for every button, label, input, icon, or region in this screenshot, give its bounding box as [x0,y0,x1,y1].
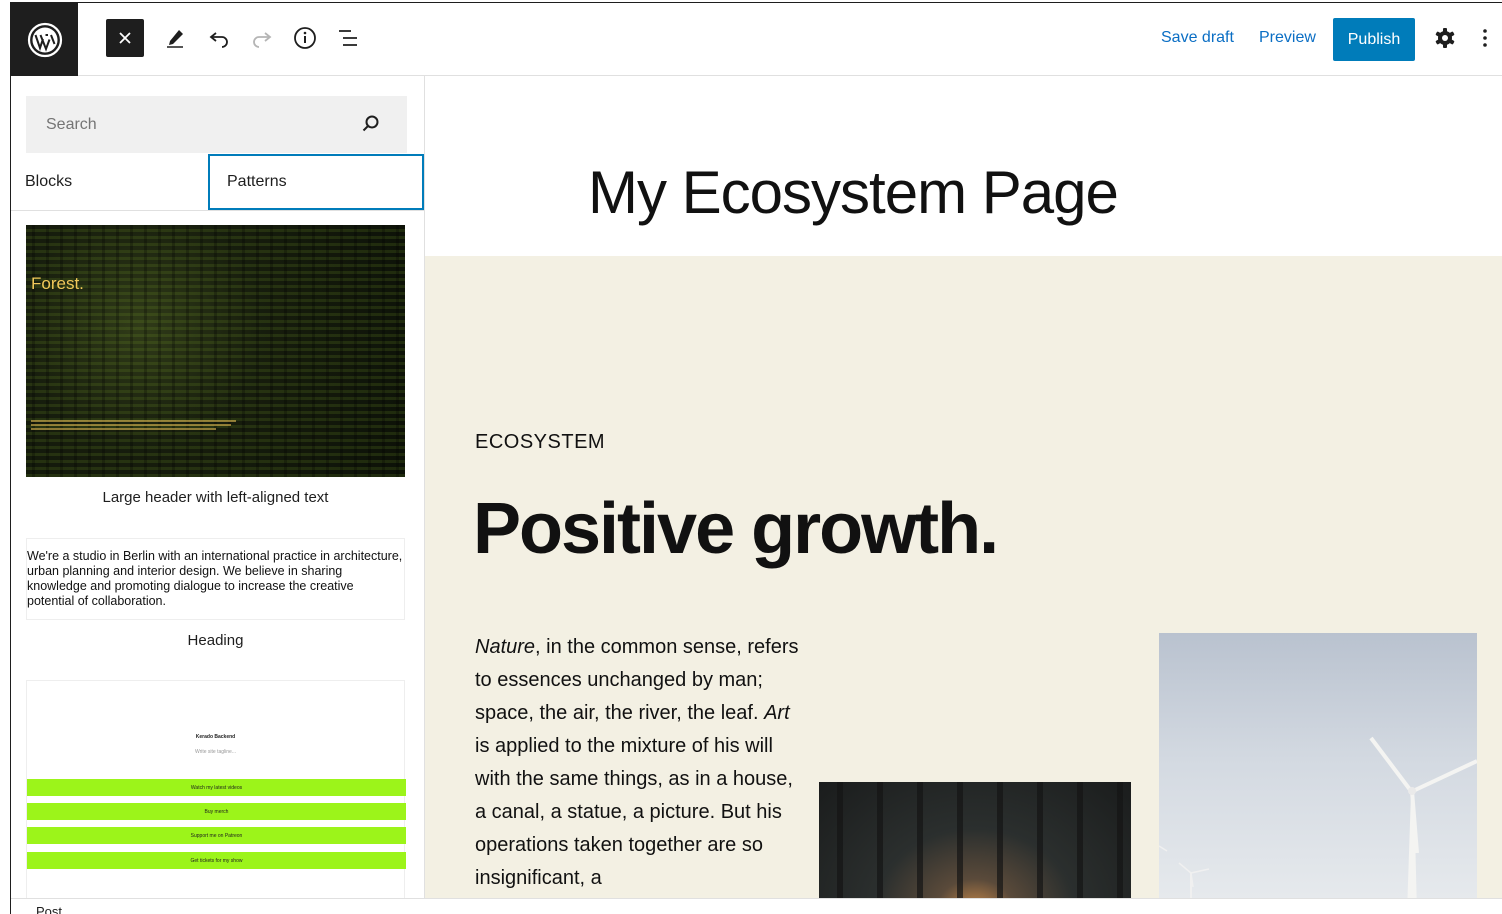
headline[interactable]: Positive growth. [473,488,999,570]
close-icon [119,32,131,44]
wordpress-logo-button[interactable] [11,3,78,76]
pattern-caption: Heading [187,632,244,649]
wind-turbine-illustration [1159,736,1477,898]
options-button[interactable] [1473,19,1497,57]
search-icon [362,115,379,132]
pattern-preview-text-lines [31,420,241,432]
tab-patterns[interactable]: Patterns [208,154,424,210]
pattern-preview-link-buttons[interactable]: Kerado Backend Write site tagline... Wat… [26,680,406,898]
redo-button[interactable] [243,19,281,57]
tab-blocks[interactable]: Blocks [25,154,205,210]
breadcrumb[interactable]: Post [36,904,62,914]
preview-button[interactable]: Preview [1259,29,1316,47]
editor-header: Save draft Preview Publish [11,3,1502,76]
editor-footer: Post [11,898,1502,914]
pattern-caption: Large header with left-aligned text [102,489,329,506]
wordpress-icon [27,22,62,57]
pattern-preview-button: Buy merch [27,803,406,820]
pattern-preview-button: Support me on Patreon [27,827,406,844]
page-title[interactable]: My Ecosystem Page [588,158,1119,227]
undo-button[interactable] [200,19,238,57]
pattern-preview-button: Watch my latest videos [27,779,406,796]
pattern-preview-text: We're a studio in Berlin with an interna… [27,549,403,608]
search-placeholder: Search [46,116,97,133]
more-vertical-icon [1483,29,1487,47]
undo-icon [209,32,228,48]
body-emphasis: Art [764,702,790,724]
cover-block[interactable]: ECOSYSTEM Positive growth. Nature, in th… [425,256,1502,898]
pattern-preview-heading[interactable]: We're a studio in Berlin with an interna… [26,538,405,620]
pattern-preview-large-header[interactable]: Forest. [26,225,405,477]
details-button[interactable] [286,19,324,57]
list-view-icon [339,30,357,46]
pattern-preview-title: Forest. [31,274,84,293]
search-input[interactable]: Search [26,96,407,153]
wind-turbine-image[interactable] [1159,633,1477,898]
forest-image[interactable] [819,782,1131,898]
body-emphasis: Nature [475,636,536,658]
editor-canvas: My Ecosystem Page ECOSYSTEM Positive gro… [425,76,1502,898]
block-inserter-panel: Search Blocks Patterns Forest. Large hea… [11,76,425,898]
redo-icon [253,32,272,48]
settings-button[interactable] [1426,19,1464,57]
editor-frame: Save draft Preview Publish Search Blocks… [10,2,1502,914]
body-text-part: is applied to the mixture of his will wi… [475,735,793,889]
list-view-button[interactable] [329,19,367,57]
save-draft-button[interactable]: Save draft [1161,29,1234,47]
publish-button[interactable]: Publish [1333,18,1415,61]
pattern-preview-tagline: Write site tagline... [194,749,237,755]
tools-button[interactable] [156,19,194,57]
eyebrow-text[interactable]: ECOSYSTEM [475,431,605,454]
pattern-preview-site-name: Kerado Backend [195,734,236,740]
close-inserter-button[interactable] [106,19,144,57]
pencil-icon [167,30,183,48]
body-paragraph[interactable]: Nature, in the common sense, refers to e… [475,631,805,895]
tab-divider [11,210,424,211]
info-icon [294,27,316,49]
gear-icon [1435,28,1455,48]
pattern-preview-button: Get tickets for my show [27,852,406,869]
